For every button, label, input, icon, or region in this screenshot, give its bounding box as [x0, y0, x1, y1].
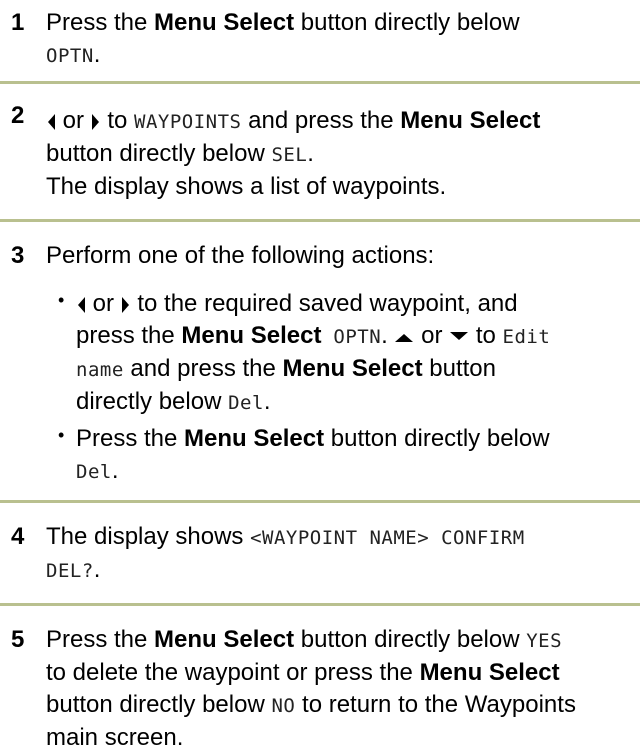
text: . [93, 41, 101, 68]
separator [0, 500, 640, 503]
text: button directly below [46, 140, 272, 167]
result-text: The display shows a list of waypoints. [46, 173, 447, 200]
text: main screen. [46, 724, 184, 751]
step-text: Press the Menu Select button directly be… [46, 7, 630, 72]
separator [0, 81, 640, 84]
step-number: 1 [11, 9, 25, 36]
text: to the required saved waypoint, and [130, 290, 518, 317]
text: . [263, 388, 271, 415]
step-text: The display shows <WAYPOINT NAME> CONFIR… [46, 521, 630, 587]
step-text: or to WAYPOINTS and press the Menu Selec… [46, 105, 630, 203]
right-arrow-icon [91, 112, 101, 132]
procedure-steps: 1 Press the Menu Select button directly … [0, 0, 640, 754]
text: button directly below [46, 691, 272, 718]
sub-action-b: • Press the Menu Select button directly … [46, 423, 640, 488]
display-text-del: DEL? [46, 560, 94, 582]
display-text-optn: OPTN [321, 326, 382, 348]
text: directly below [76, 388, 229, 415]
menu-select-label: Menu Select [282, 355, 423, 382]
display-text-edit: Edit [502, 326, 551, 348]
text: Press the [46, 9, 155, 36]
step-number: 2 [11, 102, 25, 129]
text: and press the [123, 355, 283, 382]
text: or [92, 290, 115, 317]
left-arrow-icon [46, 112, 56, 132]
menu-select-label: Menu Select [154, 626, 295, 653]
menu-select-label: Menu Select [154, 9, 295, 36]
display-text-optn: OPTN [46, 45, 94, 67]
separator [0, 219, 640, 222]
text: or [62, 107, 85, 134]
text: The display shows [46, 523, 251, 550]
display-text-sel: SEL [271, 144, 308, 166]
bullet-icon: • [58, 425, 65, 445]
menu-select-label: Menu Select [181, 322, 322, 349]
separator [0, 603, 640, 606]
step-3: 3 Perform one of the following actions: … [0, 240, 640, 488]
display-text-yes: YES [526, 630, 563, 652]
text: . [381, 322, 395, 349]
menu-select-label: Menu Select [400, 107, 541, 134]
display-text-name: name [76, 359, 124, 381]
up-arrow-icon [394, 331, 414, 343]
step-number: 5 [11, 626, 25, 653]
text: . [93, 556, 101, 583]
text: and press the [241, 107, 401, 134]
step-text: Perform one of the following actions: [46, 240, 630, 272]
display-text-del: Del [228, 392, 264, 414]
text: . [307, 140, 314, 167]
step-5: 5 Press the Menu Select button directly … [0, 624, 640, 754]
text: to delete the waypoint or press the [46, 659, 420, 686]
step-4: 4 The display shows <WAYPOINT NAME> CONF… [0, 521, 640, 587]
text: to [100, 107, 135, 134]
text: to [469, 322, 503, 349]
text: press the [76, 322, 182, 349]
text: button directly below [294, 626, 527, 653]
step-text: Press the Menu Select button directly be… [46, 624, 630, 754]
display-text-no: NO [271, 695, 296, 717]
sub-action-list: • or to the required saved waypoint, and… [46, 288, 640, 488]
display-text-waypoints: WAYPOINTS [134, 111, 242, 133]
display-text-confirm: <WAYPOINT NAME> CONFIRM [250, 527, 525, 549]
step-2: 2 or to WAYPOINTS and press the Menu Sel… [0, 102, 640, 203]
text: button directly below [324, 425, 550, 452]
text: button [422, 355, 496, 382]
menu-select-label: Menu Select [419, 659, 560, 686]
text: or [414, 322, 450, 349]
text: Press the [46, 626, 155, 653]
sub-action-a: • or to the required saved waypoint, and… [46, 288, 640, 419]
step-number: 4 [11, 523, 25, 550]
text: Press the [76, 425, 185, 452]
text: . [111, 457, 119, 484]
step-1: 1 Press the Menu Select button directly … [0, 7, 640, 68]
text: to return to the Waypoints [295, 691, 576, 718]
bullet-icon: • [58, 290, 65, 310]
down-arrow-icon [449, 331, 469, 343]
step-number: 3 [11, 242, 25, 269]
text: Perform one of the following actions: [46, 242, 435, 269]
display-text-del: Del [76, 461, 112, 483]
text: button directly below [294, 9, 520, 36]
right-arrow-icon [121, 295, 131, 315]
left-arrow-icon [76, 295, 86, 315]
menu-select-label: Menu Select [184, 425, 325, 452]
